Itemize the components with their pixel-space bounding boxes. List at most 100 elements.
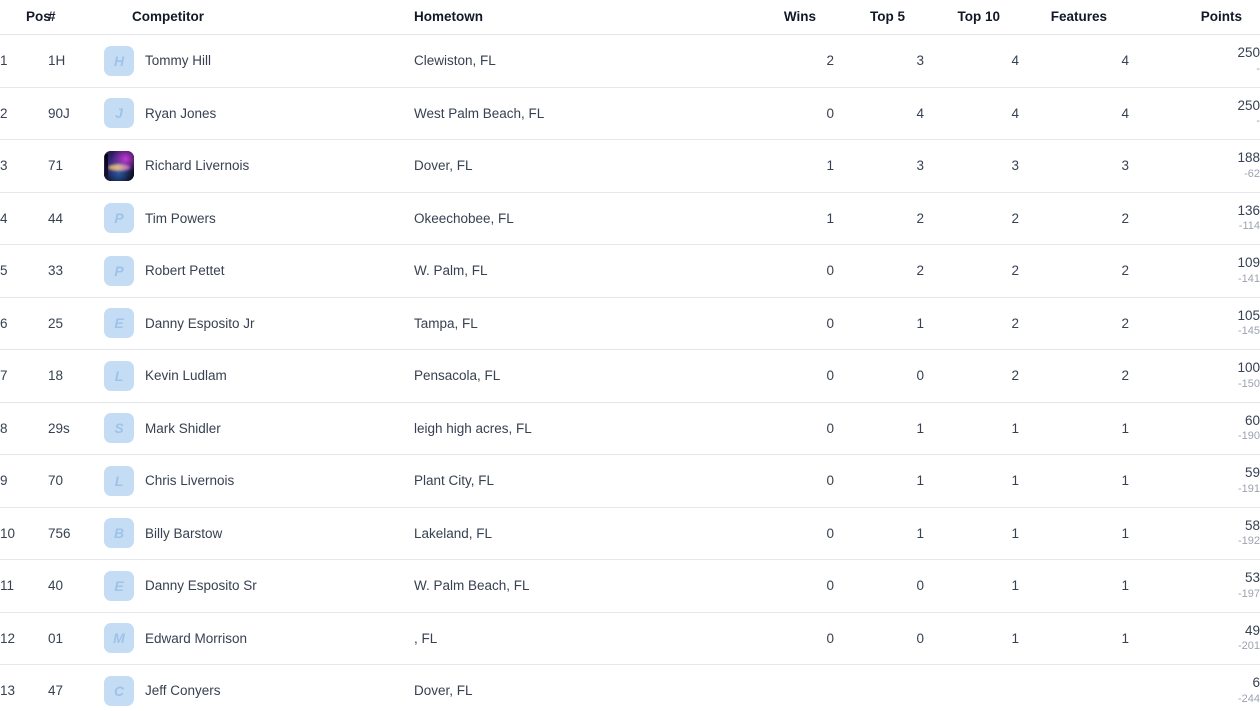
- cell-position: 6: [0, 315, 8, 331]
- avatar[interactable]: J: [104, 98, 134, 129]
- column-header-competitor[interactable]: Competitor: [104, 0, 414, 35]
- avatar[interactable]: L: [104, 360, 134, 391]
- cell-points: 58 -192: [1129, 507, 1260, 560]
- table-row[interactable]: 5 33 P Robert Pettet W. Palm, FL 0 2 2 2 109 -141: [0, 245, 1260, 298]
- competitor-name[interactable]: Jeff Conyers: [145, 683, 221, 698]
- column-header-wins[interactable]: Wins: [744, 0, 834, 35]
- competitor-wrapper: S Mark Shidler: [104, 413, 414, 444]
- avatar-initial: E: [114, 315, 124, 332]
- column-header-pos[interactable]: Pos: [0, 0, 51, 35]
- cell-hometown: W. Palm, FL: [414, 263, 488, 279]
- cell-top5: 4: [916, 105, 924, 121]
- avatar[interactable]: L: [104, 465, 134, 496]
- table-row[interactable]: 13 47 C Jeff Conyers Dover, FL 6 -244: [0, 665, 1260, 711]
- competitor-name[interactable]: Billy Barstow: [145, 526, 222, 541]
- competitor-name[interactable]: Danny Esposito Jr: [145, 316, 255, 331]
- column-header-hometown[interactable]: Hometown: [414, 0, 744, 35]
- competitor-name[interactable]: Ryan Jones: [145, 106, 216, 121]
- column-header-features[interactable]: Features: [1019, 0, 1129, 35]
- column-header-number[interactable]: #: [48, 0, 104, 35]
- cell-competitor[interactable]: S Mark Shidler: [104, 402, 414, 455]
- avatar-initial: L: [114, 472, 124, 489]
- avatar[interactable]: C: [104, 675, 134, 706]
- cell-position: 10: [0, 525, 16, 541]
- points-value: 250: [1237, 45, 1260, 61]
- table-row[interactable]: 1 1H H Tommy Hill Clewiston, FL 2 3 4 4 250-: [0, 35, 1260, 88]
- cell-competitor[interactable]: J Ryan Jones: [104, 87, 414, 140]
- avatar[interactable]: E: [104, 308, 134, 339]
- avatar[interactable]: P: [104, 203, 134, 234]
- competitor-name[interactable]: Kevin Ludlam: [145, 368, 227, 383]
- cell-hometown: Okeechobee, FL: [414, 210, 514, 226]
- cell-competitor[interactable]: E Danny Esposito Sr: [104, 560, 414, 613]
- table-header: Pos # Competitor Hometown Wins Top 5 Top…: [0, 0, 1260, 35]
- cell-top10: 2: [1011, 315, 1019, 331]
- avatar-photo-layer: [108, 163, 131, 171]
- table-row[interactable]: 10 756 B Billy Barstow Lakeland, FL 0 1 1 1 58 -19…: [0, 507, 1260, 560]
- avatar[interactable]: B: [104, 518, 134, 549]
- points-gap: -192: [1237, 535, 1260, 548]
- cell-car-number: 1H: [48, 53, 66, 69]
- competitor-name[interactable]: Edward Morrison: [145, 631, 247, 646]
- avatar[interactable]: M: [104, 623, 134, 654]
- points-value: 59: [1244, 465, 1260, 481]
- cell-hometown: , FL: [414, 630, 438, 646]
- avatar-photo[interactable]: [104, 150, 134, 181]
- cell-points: 49 -201: [1129, 612, 1260, 665]
- avatar[interactable]: P: [104, 255, 134, 286]
- cell-competitor[interactable]: P Robert Pettet: [104, 245, 414, 298]
- cell-competitor[interactable]: L Kevin Ludlam: [104, 350, 414, 403]
- column-header-top5[interactable]: Top 5: [834, 0, 924, 35]
- table-row[interactable]: 12 01 M Edward Morrison, FL 0 0 1 1 49 -201: [0, 612, 1260, 665]
- table-row[interactable]: 11 40 E Danny Esposito Sr W. Palm Beach, FL 0…: [0, 560, 1260, 613]
- column-header-points[interactable]: Points: [1129, 0, 1260, 35]
- cell-competitor[interactable]: Richard Livernois: [104, 140, 414, 193]
- table-row[interactable]: 2 90J J Ryan Jones West Palm Beach, FL 0 4 4 4 25…: [0, 87, 1260, 140]
- column-header-top10[interactable]: Top 10: [924, 0, 1019, 35]
- cell-competitor[interactable]: M Edward Morrison: [104, 612, 414, 665]
- points-value: 188: [1237, 150, 1260, 166]
- cell-position: 9: [0, 473, 8, 489]
- points-value: 58: [1244, 517, 1260, 533]
- points-value: 49: [1244, 622, 1260, 638]
- table-row[interactable]: 8 29s S Mark Shidler leigh high acres, FL 0 1 1…: [0, 402, 1260, 455]
- cell-competitor[interactable]: E Danny Esposito Jr: [104, 297, 414, 350]
- cell-wins: 0: [826, 578, 834, 594]
- competitor-wrapper: B Billy Barstow: [104, 518, 414, 549]
- cell-hometown: West Palm Beach, FL: [414, 105, 545, 121]
- competitor-wrapper: J Ryan Jones: [104, 98, 414, 129]
- cell-competitor[interactable]: H Tommy Hill: [104, 35, 414, 88]
- points-gap: -114: [1238, 220, 1260, 233]
- cell-points: 250 -: [1129, 87, 1260, 140]
- cell-competitor[interactable]: L Chris Livernois: [104, 455, 414, 508]
- table-row[interactable]: 6 25 E Danny Esposito Jr Tampa, FL 0 1 2 2 105 -14…: [0, 297, 1260, 350]
- competitor-name[interactable]: Tommy Hill: [145, 53, 211, 68]
- competitor-name[interactable]: Robert Pettet: [145, 263, 225, 278]
- cell-wins: 1: [826, 210, 834, 226]
- avatar[interactable]: S: [104, 413, 134, 444]
- table-row[interactable]: 3 71 Richard Livernois Dover, FL 1 3 3 3 188 -62: [0, 140, 1260, 193]
- competitor-name[interactable]: Danny Esposito Sr: [145, 578, 257, 593]
- cell-top5: 0: [916, 368, 924, 384]
- cell-points: 6 -244: [1129, 665, 1260, 711]
- table-row[interactable]: 7 18 L Kevin Ludlam Pensacola, FL 0 0 2 2 100 -150: [0, 350, 1260, 403]
- table-row[interactable]: 4 44 P Tim Powers Okeechobee, FL 1 2 2 2 136 -114: [0, 192, 1260, 245]
- cell-competitor[interactable]: C Jeff Conyers: [104, 665, 414, 711]
- cell-features: 2: [1121, 210, 1129, 226]
- cell-wins: 0: [826, 630, 834, 646]
- table-row[interactable]: 9 70 L Chris Livernois Plant City, FL 0 1 1 1 59-…: [0, 455, 1260, 508]
- competitor-name[interactable]: Tim Powers: [145, 211, 216, 226]
- cell-competitor[interactable]: B Billy Barstow: [104, 507, 414, 560]
- avatar[interactable]: E: [104, 570, 134, 601]
- competitor-name[interactable]: Chris Livernois: [145, 473, 234, 488]
- competitor-name[interactable]: Richard Livernois: [145, 158, 249, 173]
- cell-features: 2: [1121, 263, 1129, 279]
- cell-top10: 4: [1011, 53, 1019, 69]
- avatar[interactable]: H: [104, 45, 134, 76]
- cell-top10: 2: [1011, 210, 1019, 226]
- cell-wins: 0: [826, 368, 834, 384]
- competitor-name[interactable]: Mark Shidler: [145, 421, 221, 436]
- cell-car-number: 70: [48, 473, 64, 489]
- points-gap: -190: [1237, 430, 1260, 443]
- cell-competitor[interactable]: P Tim Powers: [104, 192, 414, 245]
